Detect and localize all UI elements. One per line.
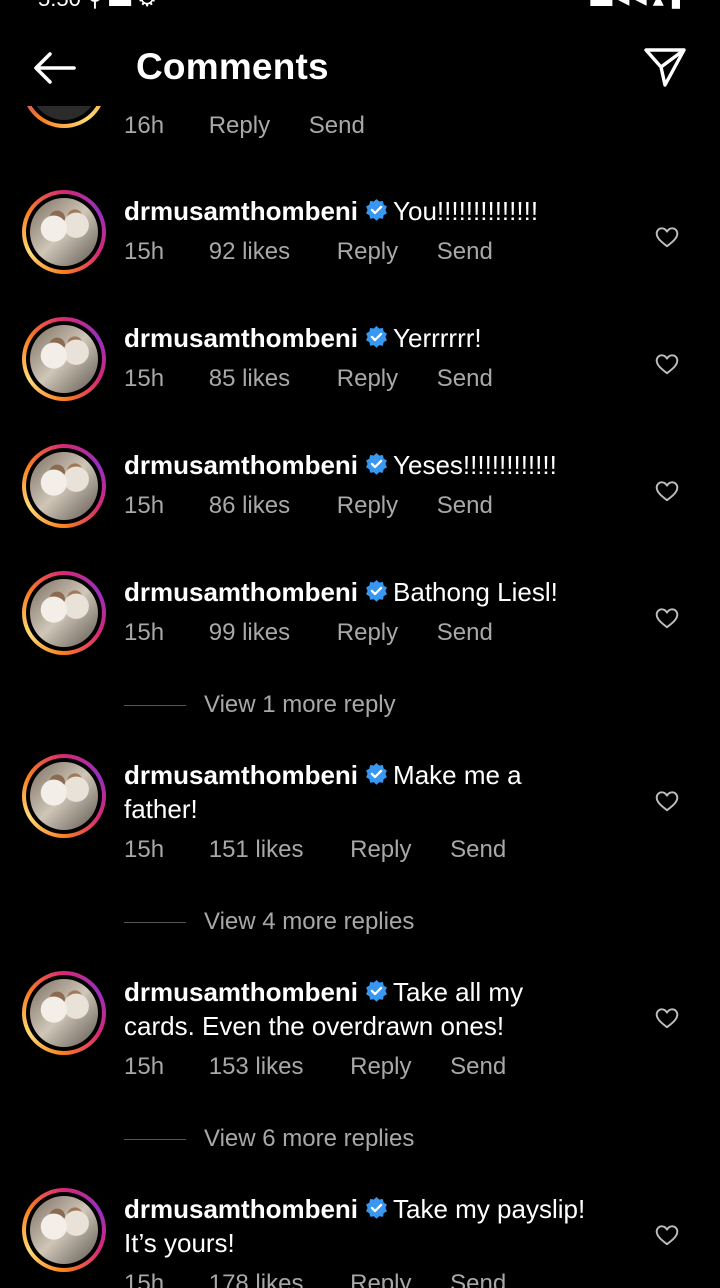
divider — [124, 922, 186, 923]
view-more-replies[interactable]: View 6 more replies — [124, 1122, 524, 1156]
send-button[interactable]: Send — [450, 1051, 506, 1083]
send-button[interactable]: Send — [450, 834, 506, 866]
arrow-left-icon — [34, 52, 76, 84]
comment-username[interactable]: drmusamthombeni — [124, 196, 358, 226]
view-more-label[interactable]: View 1 more reply — [204, 688, 396, 722]
comment-time: 15h — [124, 365, 165, 392]
comment-text: You!!!!!!!!!!!!!! — [393, 196, 539, 226]
verified-badge-icon — [366, 763, 387, 785]
status-bar-right: ▬ ◂ ◂ ▴ ▮ — [590, 0, 682, 12]
comment-username[interactable]: drmusamthombeni — [124, 577, 358, 607]
reply-button[interactable]: Reply — [350, 1268, 411, 1288]
reply-button[interactable]: Reply — [350, 834, 411, 866]
reply-button[interactable]: Reply — [350, 1051, 411, 1083]
comment-text-continued: cards. Even the overdrawn ones! — [124, 1011, 505, 1041]
comment-likes[interactable]: 153 likes — [209, 1051, 304, 1083]
comment-likes[interactable]: 151 likes — [209, 834, 304, 866]
avatar[interactable] — [22, 571, 106, 655]
avatar[interactable] — [22, 106, 106, 128]
comment-username[interactable]: drmusamthombeni — [124, 323, 358, 353]
heart-icon[interactable] — [654, 1222, 680, 1248]
share-button[interactable] — [640, 42, 690, 92]
comment-likes[interactable]: 99 likes — [209, 617, 290, 649]
comment-likes[interactable]: 178 likes — [209, 1268, 304, 1288]
send-button[interactable]: Send — [437, 363, 493, 395]
status-bar: 5:50 ⚲ ▬ ⚙ ▬ ◂ ◂ ▴ ▮ — [0, 0, 720, 20]
verified-badge-icon — [366, 453, 387, 475]
view-more-label[interactable]: View 4 more replies — [204, 905, 414, 939]
comment-username[interactable]: drmusamthombeni — [124, 450, 358, 480]
comment-text: Bathong Liesl! — [393, 577, 558, 607]
comment-text: Make me a — [393, 760, 522, 790]
comment-text-continued: father! — [124, 794, 198, 824]
reply-button[interactable]: Reply — [337, 236, 398, 268]
status-bar-left: 5:50 ⚲ ▬ ⚙ — [38, 0, 157, 12]
avatar[interactable] — [22, 1188, 106, 1272]
verified-badge-icon — [366, 326, 387, 348]
verified-badge-icon — [366, 980, 387, 1002]
comment-time: 15h — [124, 238, 165, 265]
comment-likes[interactable]: 85 likes — [209, 363, 290, 395]
avatar[interactable] — [22, 971, 106, 1055]
view-more-label[interactable]: View 6 more replies — [204, 1122, 414, 1156]
comment-text: Take all my — [393, 977, 524, 1007]
comment-likes[interactable]: 86 likes — [209, 490, 290, 522]
reply-button[interactable]: Reply — [337, 363, 398, 395]
comment-text: Yerrrrrr! — [393, 323, 482, 353]
comment-time: 15h — [124, 1053, 165, 1080]
reply-button[interactable]: Reply — [337, 490, 398, 522]
comment-text: Yeses!!!!!!!!!!!!! — [393, 450, 557, 480]
reply-button[interactable]: Reply — [337, 617, 398, 649]
page-title: Comments — [136, 46, 329, 87]
divider — [124, 705, 186, 706]
comment-text: Take my payslip! — [393, 1194, 586, 1224]
comment-time: 16h — [124, 112, 165, 139]
heart-icon[interactable] — [654, 1005, 680, 1031]
send-button[interactable]: Send — [450, 1268, 506, 1288]
comment-time: 15h — [124, 836, 165, 863]
comment-likes[interactable]: 92 likes — [209, 236, 290, 268]
avatar[interactable] — [22, 190, 106, 274]
heart-icon[interactable] — [654, 224, 680, 250]
comment-username[interactable]: drmusamthombeni — [124, 977, 358, 1007]
send-paper-plane-icon — [644, 48, 686, 87]
avatar[interactable] — [22, 444, 106, 528]
divider — [124, 1139, 186, 1140]
avatar[interactable] — [22, 754, 106, 838]
send-button[interactable]: Send — [437, 490, 493, 522]
verified-badge-icon — [366, 1197, 387, 1219]
comment-username[interactable]: drmusamthombeni — [124, 1194, 358, 1224]
reply-button[interactable]: Reply — [209, 110, 270, 142]
verified-badge-icon — [366, 580, 387, 602]
comment-text-continued: It’s yours! — [124, 1228, 235, 1258]
comment-time: 15h — [124, 619, 165, 646]
verified-badge-icon — [366, 199, 387, 221]
view-more-replies[interactable]: View 1 more reply — [124, 688, 524, 722]
send-button[interactable]: Send — [309, 110, 365, 142]
header: Comments — [0, 30, 720, 106]
heart-icon[interactable] — [654, 351, 680, 377]
comment-username[interactable]: drmusamthombeni — [124, 760, 358, 790]
send-button[interactable]: Send — [437, 617, 493, 649]
avatar[interactable] — [22, 317, 106, 401]
comment-time: 15h — [124, 492, 165, 519]
view-more-replies[interactable]: View 4 more replies — [124, 905, 524, 939]
send-button[interactable]: Send — [437, 236, 493, 268]
comments-list[interactable]: 16h Reply Send drmusamthombeni You!!!!!!!… — [0, 106, 720, 1288]
comment-time: 15h — [124, 1270, 165, 1288]
heart-icon[interactable] — [654, 478, 680, 504]
partial-comment: 16h Reply Send — [0, 106, 720, 166]
back-button[interactable] — [26, 44, 82, 92]
heart-icon[interactable] — [654, 788, 680, 814]
heart-icon[interactable] — [654, 605, 680, 631]
